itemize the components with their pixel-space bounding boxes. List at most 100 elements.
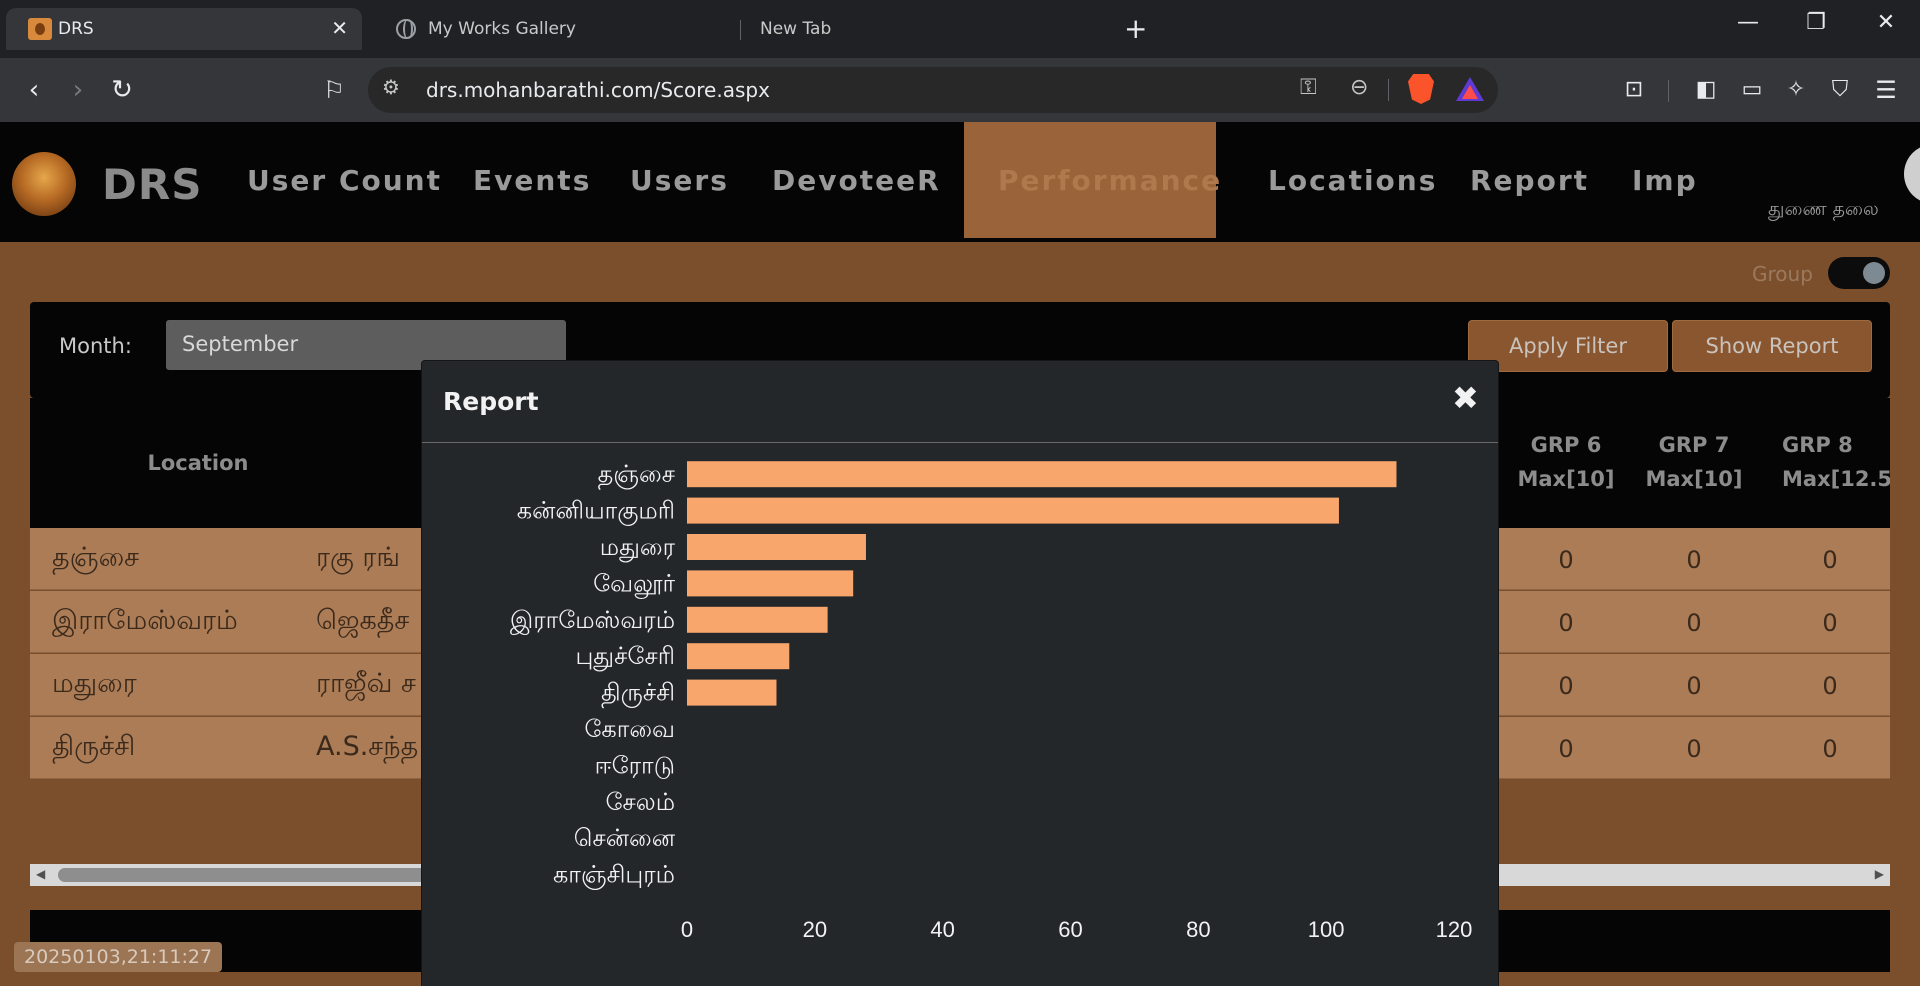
modal-header: Report ✖ xyxy=(422,361,1498,443)
grp8-cell: 0 xyxy=(1822,735,1838,763)
grp-max: Max[10] xyxy=(1645,467,1743,491)
name-cell: ராஜீவ் ச xyxy=(316,668,416,699)
x-tick-label: 100 xyxy=(1308,917,1345,942)
top-navbar: DRS User Count Events Users DevoteeR Per… xyxy=(0,122,1920,242)
url-text[interactable]: drs.mohanbarathi.com/Score.aspx xyxy=(426,78,770,102)
location-cell: மதுரை xyxy=(52,668,137,699)
forward-icon[interactable]: › xyxy=(60,74,96,106)
tab-my-works-gallery[interactable]: My Works Gallery xyxy=(366,8,740,50)
site-settings-icon[interactable]: ⚙ xyxy=(382,75,400,99)
location-cell: தஞ்சை xyxy=(52,542,140,573)
scroll-right-icon[interactable]: ▶ xyxy=(1875,867,1884,881)
x-tick-label: 40 xyxy=(930,917,954,942)
y-tick-label: வேலூர் xyxy=(593,569,675,598)
restore-icon[interactable]: ❐ xyxy=(1796,10,1836,35)
y-tick-label: கோவை xyxy=(584,715,675,743)
leo-ai-icon[interactable]: ✧ xyxy=(1778,74,1814,106)
tab-drs[interactable]: DRS ✕ xyxy=(6,8,362,50)
grp8-cell: 0 xyxy=(1822,609,1838,637)
drs-favicon-icon xyxy=(28,18,52,40)
new-tab-plus-icon[interactable]: + xyxy=(1124,12,1147,45)
brave-rewards-icon[interactable] xyxy=(1456,77,1484,101)
chart-bar[interactable] xyxy=(687,570,854,597)
nav-devoteer[interactable]: DevoteeR xyxy=(772,164,941,197)
chart-bar[interactable] xyxy=(687,534,866,560)
chart-bar[interactable] xyxy=(687,606,828,633)
globe-icon xyxy=(396,19,416,39)
month-label: Month: xyxy=(59,334,132,358)
modal-title: Report xyxy=(443,387,539,416)
grp6-cell: 0 xyxy=(1558,735,1574,763)
modal-close-icon[interactable]: ✖ xyxy=(1452,379,1479,417)
grp-name: GRP 7 xyxy=(1658,433,1730,457)
grp7-cell: 0 xyxy=(1686,735,1702,763)
y-tick-label: ஈரோடு xyxy=(595,751,675,779)
grp6-cell: 0 xyxy=(1558,609,1574,637)
omnibox-separator xyxy=(1388,79,1389,101)
location-cell: இராமேஸ்வரம் xyxy=(52,605,238,636)
nav-user-count[interactable]: User Count xyxy=(247,164,442,197)
browser-tabstrip: DRS ✕ My Works Gallery New Tab + — ❐ ✕ xyxy=(0,0,1920,58)
nav-locations[interactable]: Locations xyxy=(1268,164,1437,197)
x-tick-label: 80 xyxy=(1186,917,1210,942)
menu-icon[interactable]: ☰ xyxy=(1868,74,1904,106)
scroll-left-icon[interactable]: ◀ xyxy=(36,867,45,881)
x-tick-label: 20 xyxy=(803,917,827,942)
x-tick-label: 0 xyxy=(681,917,693,942)
grp-name: GRP 8 xyxy=(1782,433,1853,457)
grp8-cell: 0 xyxy=(1822,546,1838,574)
chart-bar[interactable] xyxy=(687,679,777,706)
y-tick-label: சென்னை xyxy=(574,824,676,852)
grp8-header[interactable]: GRP 8 Max[12.5 xyxy=(1766,428,1890,496)
reload-icon[interactable]: ↻ xyxy=(104,74,140,106)
grp7-cell: 0 xyxy=(1686,546,1702,574)
chart-bar[interactable] xyxy=(687,461,1397,488)
bookmark-icon[interactable]: ⚐ xyxy=(316,74,352,106)
zoom-out-icon[interactable]: ⊖ xyxy=(1350,75,1368,100)
name-cell: ஜெகதீச xyxy=(316,605,410,636)
y-tick-label: காஞ்சிபுரம் xyxy=(553,861,675,890)
logo-avatar xyxy=(12,152,76,216)
y-tick-label: மதுரை xyxy=(600,533,676,562)
tab-close-icon[interactable]: ✕ xyxy=(331,16,348,40)
grp7-cell: 0 xyxy=(1686,672,1702,700)
close-window-icon[interactable]: ✕ xyxy=(1866,10,1906,35)
location-cell: திருச்சி xyxy=(52,731,136,762)
show-report-button[interactable]: Show Report xyxy=(1672,320,1872,372)
address-bar[interactable]: ⚙ drs.mohanbarathi.com/Score.aspx ⚿ ⊖ xyxy=(368,67,1498,113)
password-key-icon[interactable]: ⚿ xyxy=(1300,75,1317,100)
nav-events[interactable]: Events xyxy=(473,164,591,197)
vpn-shield-icon[interactable]: ⛉ xyxy=(1822,74,1858,106)
y-tick-label: புதுச்சேரி xyxy=(575,642,675,671)
chart-bar[interactable] xyxy=(687,497,1339,524)
report-modal: Report ✖ தஞ்சை கன்னியாகுமரி மதுரை வேலூர் இரா… xyxy=(421,360,1499,986)
location-header[interactable]: Location xyxy=(118,446,278,480)
grp7-header[interactable]: GRP 7 Max[10] xyxy=(1644,428,1744,496)
grp6-cell: 0 xyxy=(1558,672,1574,700)
nav-users[interactable]: Users xyxy=(630,164,729,197)
group-toggle-label: Group xyxy=(1752,262,1813,286)
sidebar-icon[interactable]: ◧ xyxy=(1688,74,1724,106)
nav-performance[interactable]: Performance xyxy=(998,164,1222,197)
x-tick-label: 120 xyxy=(1436,917,1473,942)
chart-bar[interactable] xyxy=(687,643,790,670)
group-toggle[interactable] xyxy=(1828,257,1890,289)
nav-report[interactable]: Report xyxy=(1470,164,1589,197)
grp6-cell: 0 xyxy=(1558,546,1574,574)
search-tabs-icon[interactable]: ⊡ xyxy=(1616,74,1652,106)
back-icon[interactable]: ‹ xyxy=(16,74,52,106)
minimize-icon[interactable]: — xyxy=(1728,10,1768,35)
nav-imp[interactable]: Imp xyxy=(1632,164,1698,197)
y-tick-label: தஞ்சை xyxy=(598,460,675,490)
tab-title: DRS xyxy=(58,19,94,39)
grp6-header[interactable]: GRP 6 Max[10] xyxy=(1516,428,1616,496)
tab-title: My Works Gallery xyxy=(428,19,576,39)
tab-new-tab[interactable]: New Tab xyxy=(744,8,1124,50)
page-content: DRS User Count Events Users DevoteeR Per… xyxy=(0,122,1920,986)
wallet-icon[interactable]: ▭ xyxy=(1734,74,1770,106)
profile-avatar[interactable] xyxy=(1904,144,1920,204)
brand-title[interactable]: DRS xyxy=(102,160,202,209)
brave-shields-icon[interactable] xyxy=(1408,74,1434,104)
y-tick-label: சேலம் xyxy=(605,788,675,816)
timestamp-badge: 20250103,21:11:27 xyxy=(14,942,223,972)
